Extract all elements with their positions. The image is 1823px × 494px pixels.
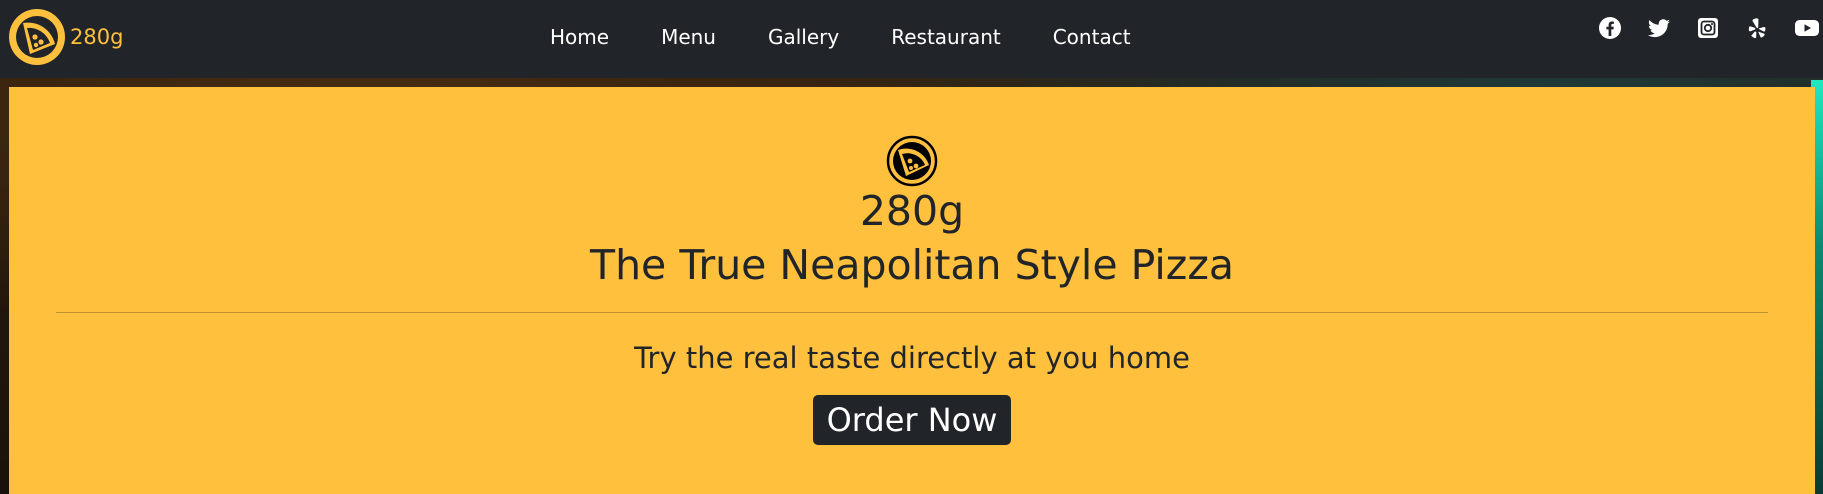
twitter-icon[interactable] <box>1647 16 1671 40</box>
navbar: 280g Home Menu Gallery Restaurant Contac… <box>0 0 1823 78</box>
facebook-icon[interactable] <box>1598 16 1622 40</box>
nav-menu-link[interactable]: Menu <box>635 25 742 49</box>
brand-name: 280g <box>70 25 124 49</box>
order-now-button[interactable]: Order Now <box>813 395 1011 445</box>
hero-divider <box>56 312 1768 313</box>
nav-restaurant-link[interactable]: Restaurant <box>865 25 1027 49</box>
yelp-icon[interactable] <box>1745 16 1769 40</box>
social-links <box>1573 12 1823 46</box>
hero-title: The True Neapolitan Style Pizza <box>590 241 1234 289</box>
nav-contact-link[interactable]: Contact <box>1027 25 1157 49</box>
brand-link[interactable]: 280g <box>8 8 123 66</box>
nav-gallery-link[interactable]: Gallery <box>742 25 865 49</box>
restaurant-name: 280g <box>859 187 965 235</box>
nav-home-link[interactable]: Home <box>550 25 635 49</box>
hero-banner: 280g The True Neapolitan Style Pizza Try… <box>9 87 1815 494</box>
hero-subtitle: Try the real taste directly at you home <box>634 341 1190 375</box>
nav-links: Home Menu Gallery Restaurant Contact <box>550 0 1157 74</box>
pizza-slice-icon <box>9 9 65 65</box>
youtube-icon[interactable] <box>1794 16 1820 40</box>
pizza-slice-icon <box>886 135 938 187</box>
instagram-icon[interactable] <box>1696 16 1720 40</box>
